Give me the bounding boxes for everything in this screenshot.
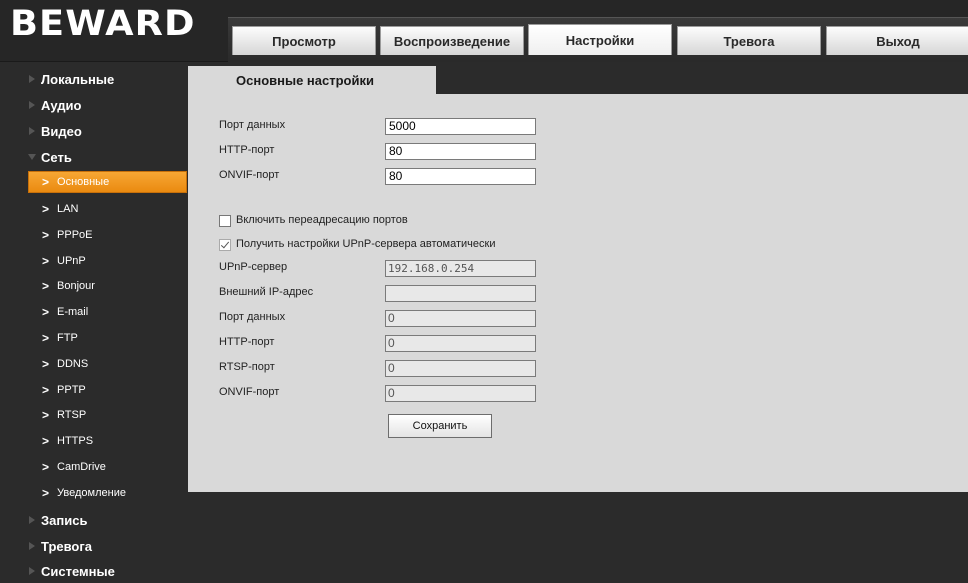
collapsed-arrow-icon bbox=[29, 75, 35, 83]
collapsed-arrow-icon bbox=[29, 516, 35, 524]
chevron-right-icon: > bbox=[42, 460, 50, 474]
sidebar-subitem-pptp[interactable]: > PPTP bbox=[28, 379, 187, 401]
sidebar-subitem-basic[interactable]: > Основные bbox=[28, 171, 187, 193]
sidebar-subitem-label: E-mail bbox=[57, 306, 89, 318]
sidebar: Локальные Аудио Видео Сеть > Основные > … bbox=[0, 62, 188, 580]
sidebar-subitem-lan[interactable]: > LAN bbox=[28, 198, 187, 220]
http-port-label: HTTP-порт bbox=[219, 144, 275, 156]
sidebar-subitem-ftp[interactable]: > FTP bbox=[28, 327, 187, 349]
sidebar-item-system[interactable]: Системные bbox=[0, 559, 188, 583]
sidebar-subitem-label: LAN bbox=[57, 203, 79, 215]
sidebar-item-label: Видео bbox=[41, 123, 82, 139]
sidebar-subitem-camdrive[interactable]: > CamDrive bbox=[28, 456, 187, 478]
sidebar-item-label: Системные bbox=[41, 563, 115, 579]
upnp-onvif-port-label: ONVIF-порт bbox=[219, 386, 280, 398]
sidebar-item-label: Аудио bbox=[41, 97, 82, 113]
tab-alarm[interactable]: Тревога bbox=[677, 26, 821, 55]
chevron-right-icon: > bbox=[42, 331, 50, 345]
sidebar-subitem-pppoe[interactable]: > PPPoE bbox=[28, 224, 187, 246]
upnp-data-port-label: Порт данных bbox=[219, 311, 286, 323]
sidebar-subitem-bonjour[interactable]: > Bonjour bbox=[28, 275, 187, 297]
chevron-right-icon: > bbox=[42, 175, 50, 189]
chevron-right-icon: > bbox=[42, 357, 50, 371]
settings-panel: Порт данных 5000 HTTP-порт 80 ONVIF-порт… bbox=[188, 94, 968, 492]
port-forwarding-checkbox[interactable] bbox=[219, 215, 231, 227]
port-forwarding-label: Включить переадресацию портов bbox=[236, 214, 408, 226]
http-port-input[interactable]: 80 bbox=[385, 143, 536, 160]
collapsed-arrow-icon bbox=[29, 127, 35, 135]
sidebar-subitem-label: FTP bbox=[57, 332, 78, 344]
sidebar-item-label: Локальные bbox=[41, 71, 115, 87]
header: BEWARD Просмотр Воспроизведение Настройк… bbox=[0, 0, 968, 62]
tab-logout[interactable]: Выход bbox=[826, 26, 968, 55]
chevron-right-icon: > bbox=[42, 486, 50, 500]
sidebar-item-audio[interactable]: Аудио bbox=[0, 93, 188, 117]
chevron-right-icon: > bbox=[42, 434, 50, 448]
sidebar-subitem-label: Основные bbox=[57, 176, 110, 188]
expanded-arrow-icon bbox=[28, 154, 36, 160]
sidebar-item-label: Запись bbox=[41, 512, 88, 528]
panel-tab-basic-settings: Основные настройки bbox=[188, 66, 436, 94]
collapsed-arrow-icon bbox=[29, 542, 35, 550]
sidebar-subitem-label: UPnP bbox=[57, 255, 86, 267]
sidebar-subitem-label: DDNS bbox=[57, 358, 89, 370]
chevron-right-icon: > bbox=[42, 408, 50, 422]
chevron-right-icon: > bbox=[42, 279, 50, 293]
upnp-server-label: UPnP-сервер bbox=[219, 261, 288, 273]
data-port-input[interactable]: 5000 bbox=[385, 118, 536, 135]
sidebar-item-recording[interactable]: Запись bbox=[0, 508, 188, 532]
sidebar-item-local[interactable]: Локальные bbox=[0, 67, 188, 91]
sidebar-subitem-email[interactable]: > E-mail bbox=[28, 301, 187, 323]
upnp-auto-label: Получить настройки UPnP-сервера автомати… bbox=[236, 238, 496, 250]
chevron-right-icon: > bbox=[42, 305, 50, 319]
chevron-right-icon: > bbox=[42, 202, 50, 216]
beward-logo: BEWARD bbox=[10, 4, 196, 44]
sidebar-item-video[interactable]: Видео bbox=[0, 119, 188, 143]
sidebar-subitem-label: PPPoE bbox=[57, 229, 93, 241]
chevron-right-icon: > bbox=[42, 254, 50, 268]
sidebar-subitem-rtsp[interactable]: > RTSP bbox=[28, 404, 187, 426]
onvif-port-input[interactable]: 80 bbox=[385, 168, 536, 185]
upnp-rtsp-port-input[interactable]: 0 bbox=[385, 360, 536, 377]
upnp-auto-checkbox[interactable] bbox=[219, 239, 231, 251]
save-button[interactable]: Сохранить bbox=[388, 414, 492, 438]
onvif-port-label: ONVIF-порт bbox=[219, 169, 280, 181]
upnp-data-port-input[interactable]: 0 bbox=[385, 310, 536, 327]
upnp-rtsp-port-label: RTSP-порт bbox=[219, 361, 275, 373]
sidebar-subitem-label: HTTPS bbox=[57, 435, 94, 447]
upnp-server-input[interactable]: 192.168.0.254 bbox=[385, 260, 536, 277]
sidebar-subitem-ddns[interactable]: > DDNS bbox=[28, 353, 187, 375]
collapsed-arrow-icon bbox=[29, 567, 35, 575]
top-nav: Просмотр Воспроизведение Настройки Трево… bbox=[228, 17, 968, 62]
tab-playback[interactable]: Воспроизведение bbox=[380, 26, 524, 55]
external-ip-label: Внешний IP-адрес bbox=[219, 286, 314, 298]
sidebar-item-network[interactable]: Сеть bbox=[0, 145, 188, 169]
sidebar-subitem-label: PPTP bbox=[57, 384, 86, 396]
sidebar-subitem-label: CamDrive bbox=[57, 461, 106, 473]
sidebar-item-label: Сеть bbox=[41, 149, 72, 165]
sidebar-item-label: Тревога bbox=[41, 538, 93, 554]
sidebar-subitem-label: RTSP bbox=[57, 409, 87, 421]
tab-settings[interactable]: Настройки bbox=[528, 24, 672, 55]
panel-title: Основные настройки bbox=[236, 72, 374, 88]
upnp-http-port-label: HTTP-порт bbox=[219, 336, 275, 348]
collapsed-arrow-icon bbox=[29, 101, 35, 109]
chevron-right-icon: > bbox=[42, 383, 50, 397]
tab-view[interactable]: Просмотр bbox=[232, 26, 376, 55]
sidebar-subitem-upnp[interactable]: > UPnP bbox=[28, 250, 187, 272]
sidebar-subitem-label: Bonjour bbox=[57, 280, 95, 292]
chevron-right-icon: > bbox=[42, 228, 50, 242]
sidebar-subitem-label: Уведомление bbox=[57, 487, 126, 499]
upnp-onvif-port-input[interactable]: 0 bbox=[385, 385, 536, 402]
external-ip-input[interactable] bbox=[385, 285, 536, 302]
sidebar-item-alarm[interactable]: Тревога bbox=[0, 534, 188, 558]
data-port-label: Порт данных bbox=[219, 119, 286, 131]
sidebar-subitem-https[interactable]: > HTTPS bbox=[28, 430, 187, 452]
upnp-http-port-input[interactable]: 0 bbox=[385, 335, 536, 352]
sidebar-subitem-notification[interactable]: > Уведомление bbox=[28, 482, 187, 504]
